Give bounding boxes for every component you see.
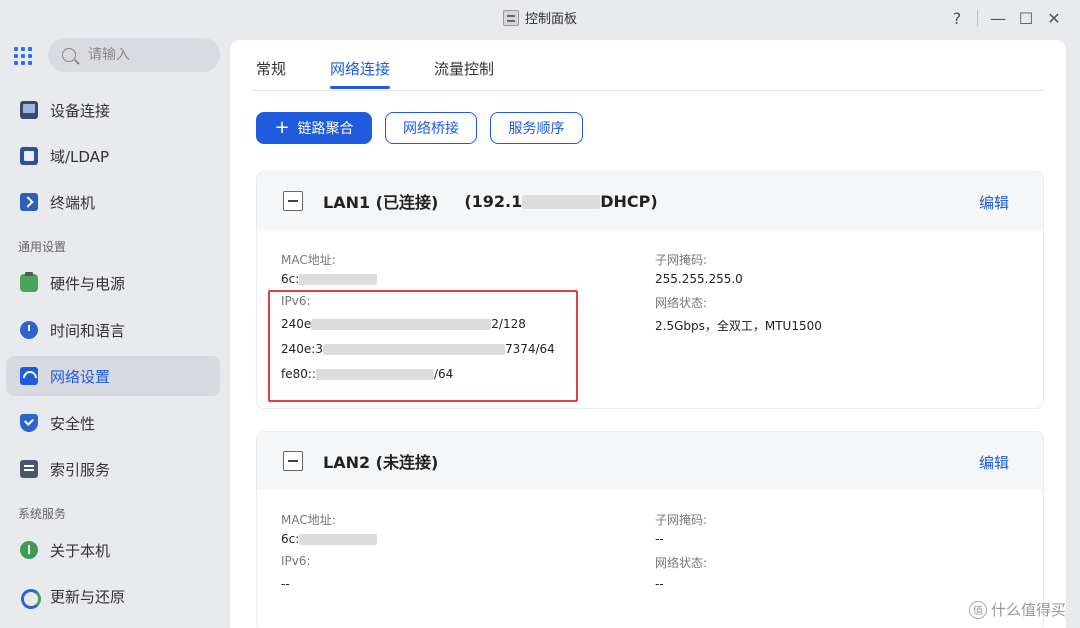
window-controls: ? — ☐ ✕	[943, 6, 1068, 30]
tab-general[interactable]: 常规	[256, 58, 286, 89]
sidebar-item-ldap[interactable]: 域/LDAP	[6, 136, 220, 176]
sidebar-item-security[interactable]: 安全性	[6, 403, 220, 443]
close-button[interactable]: ✕	[1040, 6, 1068, 30]
sidebar-item-update-restore[interactable]: 更新与还原	[6, 576, 220, 616]
service-order-button[interactable]: 服务顺序	[490, 112, 583, 144]
terminal-icon	[20, 193, 38, 211]
maximize-button[interactable]: ☐	[1012, 6, 1040, 30]
controls-divider	[977, 10, 978, 26]
lan2-ipv6-value: --	[281, 577, 290, 591]
lan2-status-label: 网络状态:	[655, 556, 708, 570]
redacted-mac	[299, 534, 378, 545]
lan2-ipv6-label: IPv6:	[281, 554, 311, 568]
lan1-header: LAN1 (已连接) (192.1 DHCP) 编辑	[257, 172, 1043, 230]
main-panel: 常规 网络连接 流量控制 + 链路聚合 网络桥接 服务顺序 LAN1 (已连接)…	[230, 40, 1066, 628]
lan1-mask-label: 子网掩码:	[655, 253, 708, 267]
tab-bar: 常规 网络连接 流量控制	[256, 58, 494, 89]
redacted-ip	[522, 194, 601, 209]
lan1-title: LAN1 (已连接)	[323, 193, 439, 212]
lan2-mask-value: --	[655, 532, 664, 546]
sidebar: 设备连接 域/LDAP 终端机 通用设置 硬件与电源 时间和语言 网络设置 安全…	[0, 36, 230, 628]
update-icon	[20, 587, 41, 609]
lan2-status-value: --	[655, 577, 664, 591]
lan1-mac-value: 6c:	[281, 272, 378, 286]
lan1-edit-link[interactable]: 编辑	[979, 192, 1009, 213]
hardware-icon	[20, 272, 38, 292]
tab-traffic-control[interactable]: 流量控制	[434, 58, 494, 89]
section-label-general: 通用设置	[18, 240, 67, 254]
lan1-status-label: 网络状态:	[655, 296, 708, 310]
device-icon	[20, 101, 38, 119]
section-label-system: 系统服务	[18, 507, 67, 521]
sidebar-item-about[interactable]: 关于本机	[6, 530, 220, 570]
lan1-status-value: 2.5Gbps，全双工，MTU1500	[655, 319, 822, 333]
sidebar-item-time-language[interactable]: 时间和语言	[6, 310, 220, 350]
redacted-mac	[299, 274, 378, 285]
shield-icon	[20, 414, 38, 432]
time-icon	[20, 321, 38, 339]
sidebar-item-terminal[interactable]: 终端机	[6, 182, 220, 222]
watermark: 值 什么值得买	[968, 599, 1066, 620]
lan2-edit-link[interactable]: 编辑	[979, 452, 1009, 473]
collapse-lan2-icon[interactable]	[283, 451, 303, 471]
smzdm-logo-icon: 值	[968, 600, 987, 619]
link-aggregation-button[interactable]: + 链路聚合	[256, 112, 372, 144]
lan2-header: LAN2 (未连接) 编辑	[257, 432, 1043, 490]
minimize-button[interactable]: —	[984, 6, 1012, 30]
info-icon	[20, 541, 38, 559]
lan2-mac-label: MAC地址:	[281, 513, 336, 527]
control-panel-icon	[502, 10, 519, 26]
lan2-mac-value: 6c:	[281, 532, 378, 546]
search-box[interactable]	[48, 38, 220, 72]
search-input[interactable]	[88, 47, 198, 63]
sidebar-item-device-connection[interactable]: 设备连接	[6, 90, 220, 130]
lan2-mask-label: 子网掩码:	[655, 513, 708, 527]
index-icon	[20, 460, 38, 478]
sidebar-item-hardware-power[interactable]: 硬件与电源	[6, 263, 220, 303]
window-title: 控制面板	[0, 8, 1080, 27]
network-bridge-button[interactable]: 网络桥接	[385, 112, 477, 144]
network-icon	[20, 367, 38, 385]
sidebar-item-network[interactable]: 网络设置	[6, 356, 220, 396]
apps-grid-icon[interactable]	[14, 47, 32, 65]
lan1-ip: (192.1 DHCP)	[464, 191, 658, 211]
tab-network-connection[interactable]: 网络连接	[330, 58, 391, 89]
title-bar: 控制面板 ? — ☐ ✕	[0, 0, 1080, 36]
plus-icon: +	[274, 117, 290, 138]
ldap-icon	[20, 147, 38, 165]
ipv6-highlight-box	[268, 290, 578, 402]
tab-divider	[252, 90, 1044, 91]
lan1-mac-label: MAC地址:	[281, 253, 336, 267]
collapse-lan1-icon[interactable]	[283, 191, 303, 211]
lan2-title: LAN2 (未连接)	[323, 453, 439, 472]
lan2-card: LAN2 (未连接) 编辑 MAC地址: 6c: IPv6: -- 子网掩码: …	[256, 431, 1044, 628]
lan1-mask-value: 255.255.255.0	[655, 272, 743, 286]
help-button[interactable]: ?	[943, 6, 971, 30]
sidebar-item-index-service[interactable]: 索引服务	[6, 449, 220, 489]
search-icon	[62, 48, 76, 62]
